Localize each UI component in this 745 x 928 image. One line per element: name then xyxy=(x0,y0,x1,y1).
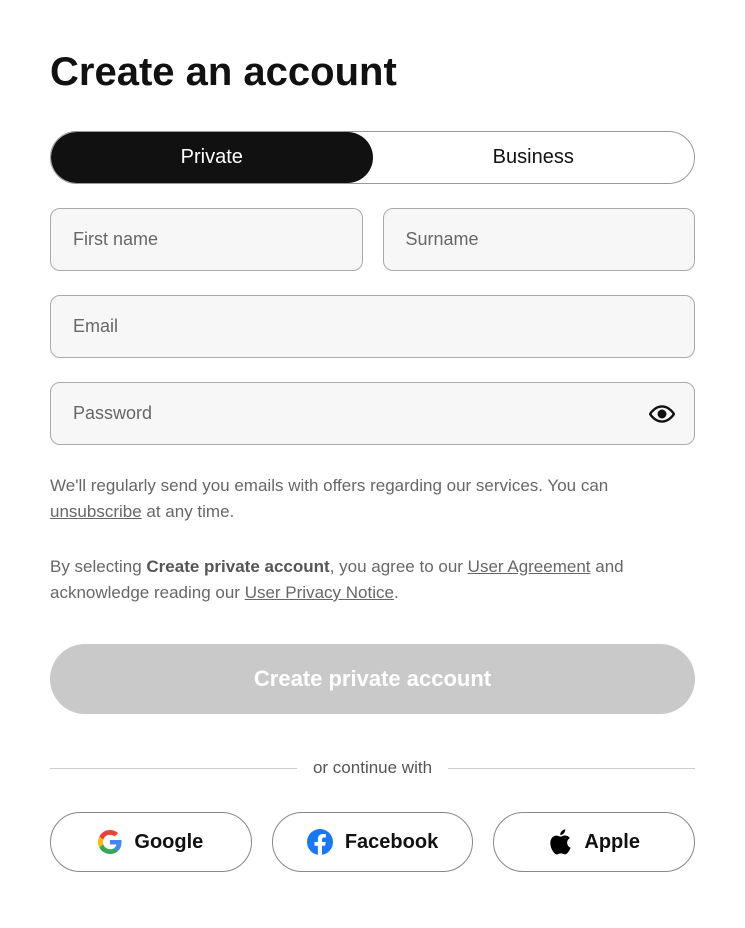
account-type-tabs: Private Business xyxy=(50,131,695,184)
apple-login-button[interactable]: Apple xyxy=(493,812,695,872)
unsubscribe-link[interactable]: unsubscribe xyxy=(50,502,142,521)
first-name-input[interactable] xyxy=(50,208,363,271)
privacy-notice-link[interactable]: User Privacy Notice xyxy=(245,583,394,602)
text: . xyxy=(394,583,399,602)
text-bold: Create private account xyxy=(146,557,329,576)
divider-line xyxy=(448,768,695,769)
text: , you agree to our xyxy=(330,557,468,576)
google-icon xyxy=(98,830,122,854)
tab-private[interactable]: Private xyxy=(51,132,373,183)
email-input[interactable] xyxy=(50,295,695,358)
text: at any time. xyxy=(142,502,235,521)
create-account-button[interactable]: Create private account xyxy=(50,644,695,714)
password-input[interactable] xyxy=(50,382,695,445)
terms-disclosure: By selecting Create private account, you… xyxy=(50,554,695,607)
divider-text: or continue with xyxy=(313,758,432,778)
apple-label: Apple xyxy=(584,831,640,854)
show-password-icon[interactable] xyxy=(649,401,675,427)
email-disclosure: We'll regularly send you emails with off… xyxy=(50,473,695,526)
social-login-row: Google Facebook Apple xyxy=(50,812,695,872)
facebook-label: Facebook xyxy=(345,831,438,854)
google-label: Google xyxy=(134,831,203,854)
facebook-login-button[interactable]: Facebook xyxy=(272,812,474,872)
divider-line xyxy=(50,768,297,769)
facebook-icon xyxy=(307,829,333,855)
user-agreement-link[interactable]: User Agreement xyxy=(468,557,591,576)
surname-input[interactable] xyxy=(383,208,696,271)
text: We'll regularly send you emails with off… xyxy=(50,476,608,495)
tab-business[interactable]: Business xyxy=(373,132,695,183)
social-divider: or continue with xyxy=(50,758,695,778)
apple-icon xyxy=(548,829,572,855)
google-login-button[interactable]: Google xyxy=(50,812,252,872)
text: By selecting xyxy=(50,557,146,576)
page-title: Create an account xyxy=(50,50,695,95)
